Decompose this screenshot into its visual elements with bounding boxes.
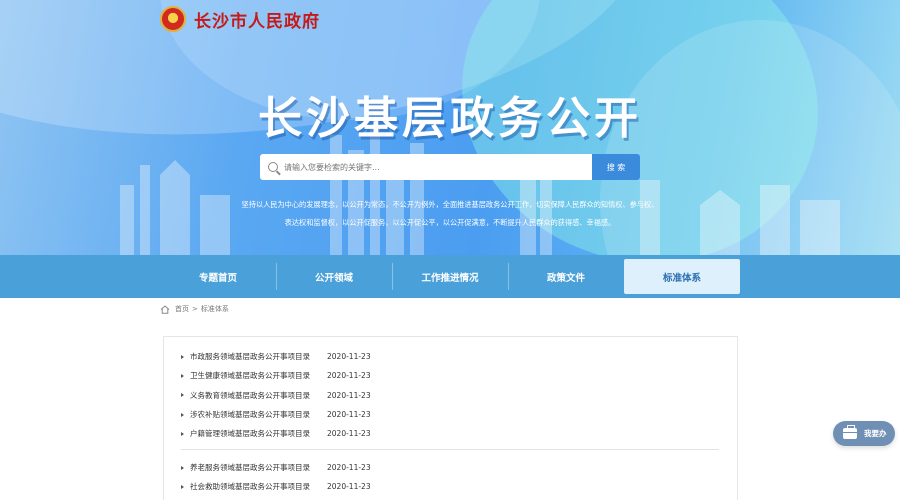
bullet-arrow-icon [181,393,184,398]
list-item-date: 2020-11-23 [327,410,371,420]
list-item[interactable]: 户籍管理领域基层政务公开事项目录 2020-11-23 [181,424,719,443]
mission-line-2: 表达权和监督权，以公开促服务，以公开促公平，以公开促满意，不断提升人民群众的获得… [284,218,616,227]
breadcrumb-current: 标准体系 [200,305,229,313]
search-input[interactable] [284,162,584,172]
national-emblem-icon [160,6,186,32]
list-item-date: 2020-11-23 [327,482,371,492]
nav-item-policy-documents[interactable]: 政策文件 [508,255,624,298]
bullet-arrow-icon [181,412,184,417]
nav-item-work-progress[interactable]: 工作推进情况 [392,255,508,298]
briefcase-icon [843,425,857,439]
home-icon [160,304,170,314]
list-item[interactable]: 市政服务领域基层政务公开事项目录 2020-11-23 [181,347,719,366]
site-logo[interactable]: 长沙市人民政府 [160,6,320,32]
list-item-date: 2020-11-23 [327,463,371,473]
list-item-title[interactable]: 涉农补贴领域基层政务公开事项目录 [190,409,327,420]
search-bar: 搜 索 [260,154,640,180]
list-item-date: 2020-11-23 [327,429,371,439]
bullet-arrow-icon [181,354,184,359]
breadcrumb-home-link[interactable]: 首页 [175,304,189,314]
nav-item-open-areas[interactable]: 公开领域 [276,255,392,298]
list-item-date: 2020-11-23 [327,352,371,362]
document-list-panel: 市政服务领域基层政务公开事项目录 2020-11-23 卫生健康领域基层政务公开… [163,336,738,500]
site-name: 长沙市人民政府 [194,11,320,32]
list-item-title[interactable]: 社会救助领域基层政务公开事项目录 [190,481,327,492]
list-item[interactable]: 养老服务领域基层政务公开事项目录 2020-11-23 [181,458,719,477]
list-item-title[interactable]: 户籍管理领域基层政务公开事项目录 [190,428,327,439]
document-list-group: 养老服务领域基层政务公开事项目录 2020-11-23 社会救助领域基层政务公开… [181,458,719,497]
breadcrumb: 首页 > 标准体系 [160,302,740,316]
list-item-date: 2020-11-23 [327,371,371,381]
list-item-title[interactable]: 养老服务领域基层政务公开事项目录 [190,462,327,473]
nav-item-standard-system[interactable]: 标准体系 [624,259,740,294]
mission-line-1: 坚持以人民为中心的发展理念，以公开为常态，不公开为例外，全面推进基层政务公开工作… [241,200,659,209]
list-item[interactable]: 社会救助领域基层政务公开事项目录 2020-11-23 [181,477,719,496]
nav-item-home[interactable]: 专题首页 [160,255,276,298]
search-field[interactable] [260,154,592,180]
list-item-title[interactable]: 市政服务领域基层政务公开事项目录 [190,351,327,362]
i-want-to-apply-button[interactable]: 我要办 [833,421,895,446]
list-item-title[interactable]: 卫生健康领域基层政务公开事项目录 [190,370,327,381]
search-icon [268,162,278,172]
float-button-label: 我要办 [864,429,887,438]
list-item[interactable]: 义务教育领域基层政务公开事项目录 2020-11-23 [181,386,719,405]
breadcrumb-separator: > [192,305,198,313]
list-item-date: 2020-11-23 [327,390,371,400]
document-list-group: 市政服务领域基层政务公开事项目录 2020-11-23 卫生健康领域基层政务公开… [181,347,719,443]
list-item[interactable]: 卫生健康领域基层政务公开事项目录 2020-11-23 [181,366,719,385]
bullet-arrow-icon [181,373,184,378]
list-divider [181,449,719,450]
bullet-arrow-icon [181,465,184,470]
list-item-title[interactable]: 义务教育领域基层政务公开事项目录 [190,390,327,401]
search-button[interactable]: 搜 索 [592,154,640,180]
mission-statement: 坚持以人民为中心的发展理念，以公开为常态，不公开为例外，全面推进基层政务公开工作… [200,196,700,232]
bullet-arrow-icon [181,431,184,436]
banner: 长沙市人民政府 长沙基层政务公开 搜 索 坚持以人民为中心的发展理念，以公开为常… [0,0,900,255]
bullet-arrow-icon [181,484,184,489]
list-item[interactable]: 涉农补贴领域基层政务公开事项目录 2020-11-23 [181,405,719,424]
main-nav: 专题首页 公开领域 工作推进情况 政策文件 标准体系 [0,255,900,298]
page-headline: 长沙基层政务公开 [258,93,642,144]
